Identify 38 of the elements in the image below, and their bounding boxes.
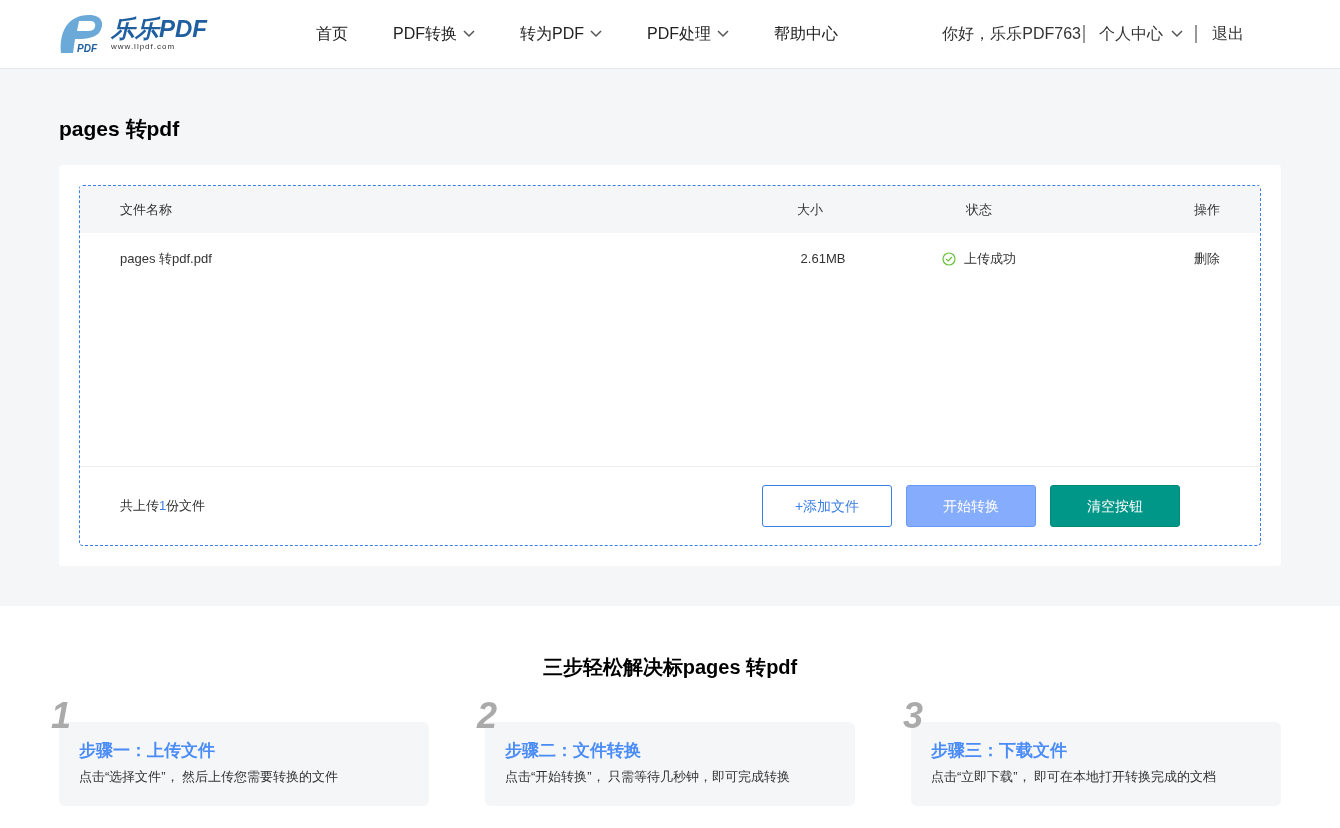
upload-summary: 共上传1份文件: [120, 497, 206, 516]
column-header: 状态: [966, 201, 992, 217]
user-center-menu[interactable]: 个人中心: [1099, 22, 1183, 46]
step-title: 步骤三：下载文件: [931, 740, 1068, 762]
chevron-down-icon: [717, 30, 729, 38]
step-description: 点击“立即下载”， 即可在本地打开转换完成的文档: [931, 768, 1218, 786]
step-title: 步骤二：文件转换: [505, 740, 642, 762]
add-file-button[interactable]: +添加文件: [762, 485, 892, 527]
page-title: pages 转pdf: [59, 116, 181, 142]
step-description: 点击“开始转换”， 只需等待几秒钟，即可完成转换: [505, 768, 792, 786]
nav-link[interactable]: 帮助中心: [774, 22, 838, 46]
column-header: 操作: [1194, 201, 1220, 217]
chevron-down-icon: [1171, 30, 1183, 38]
greeting-text: 你好，乐乐PDF763: [942, 24, 1081, 44]
status-text: 上传成功: [964, 250, 1016, 269]
nav-link[interactable]: PDF转换: [393, 22, 475, 46]
logo-url: www.llpdf.com: [111, 43, 177, 51]
logo-mark-text: PDF: [77, 44, 97, 54]
logo-text: 乐乐PDF: [111, 17, 207, 41]
step-number: 1: [51, 698, 72, 734]
step-number: 2: [477, 698, 498, 734]
file-name: pages 转pdf.pdf: [120, 251, 212, 267]
column-header: 文件名称: [120, 201, 172, 217]
nav-link[interactable]: 首页: [316, 22, 348, 46]
delete-link[interactable]: 删除: [1194, 251, 1220, 267]
chevron-down-icon: [590, 30, 602, 38]
chevron-down-icon: [463, 30, 475, 38]
step-number: 3: [903, 698, 924, 734]
logout-link[interactable]: 退出: [1212, 22, 1244, 46]
column-header: 大小: [797, 201, 823, 217]
step-description: 点击“选择文件”， 然后上传您需要转换的文件: [79, 768, 340, 786]
steps-title: 三步轻松解决标pages 转pdf: [541, 655, 799, 680]
nav-link[interactable]: 转为PDF: [520, 22, 602, 46]
file-size: 2.61MB: [800, 251, 846, 267]
step-title: 步骤一：上传文件: [79, 740, 216, 762]
check-circle-icon: [942, 252, 956, 266]
clear-button[interactable]: 清空按钮: [1050, 485, 1180, 527]
nav-link[interactable]: PDF处理: [647, 22, 729, 46]
